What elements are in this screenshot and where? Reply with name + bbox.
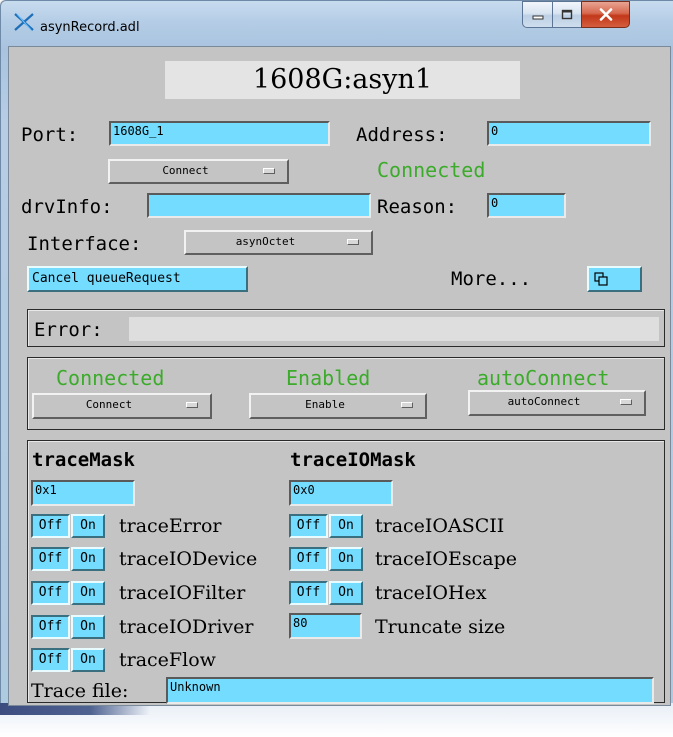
minimize-icon (532, 15, 543, 19)
truncate-size-field[interactable]: 80 (289, 613, 362, 639)
menu-indicator-icon (347, 239, 359, 245)
trace-flow-label: traceFlow (119, 649, 216, 671)
trace-io-device-label: traceIODevice (119, 548, 258, 570)
port-field[interactable]: 1608G_1 (109, 121, 330, 146)
on-button[interactable]: On (71, 648, 105, 672)
connect-control-menu[interactable]: Connect (32, 393, 212, 419)
close-icon (599, 8, 612, 21)
off-button[interactable]: Off (31, 615, 70, 639)
on-button[interactable]: On (71, 581, 105, 605)
connect-menu-value: Connect (162, 164, 209, 177)
on-button[interactable]: On (329, 547, 363, 571)
off-button[interactable]: Off (31, 547, 70, 571)
error-label: Error: (34, 319, 103, 341)
close-button[interactable] (581, 1, 630, 28)
maximize-icon (561, 9, 573, 20)
truncate-size-label: Truncate size (375, 616, 506, 638)
display-area: 1608G:asyn1 Port: 1608G_1 Address: 0 Con… (8, 46, 671, 706)
menu-indicator-icon (620, 399, 632, 405)
off-button[interactable]: Off (289, 547, 328, 571)
minimize-button[interactable] (522, 1, 553, 28)
address-label: Address: (356, 124, 448, 146)
autoconnect-control-menu[interactable]: autoConnect (468, 390, 646, 416)
title-bar[interactable]: asynRecord.adl (0, 0, 673, 46)
enabled-status: Enabled (286, 366, 371, 390)
trace-io-filter-toggle[interactable]: Off On (31, 581, 115, 605)
enable-control-value: Enable (305, 398, 345, 411)
trace-io-hex-label: traceIOHex (375, 582, 487, 604)
off-button[interactable]: Off (31, 514, 70, 538)
autoconnect-control-value: autoConnect (507, 395, 581, 408)
connection-status: Connected (377, 158, 486, 182)
record-name: 1608G:asyn1 (252, 64, 433, 95)
more-related-display-button[interactable] (587, 266, 642, 292)
trace-io-escape-label: traceIOEscape (375, 548, 518, 570)
trace-io-driver-toggle[interactable]: Off On (31, 615, 115, 639)
reason-label: Reason: (377, 196, 458, 218)
on-button[interactable]: On (329, 514, 363, 538)
trace-io-driver-label: traceIODriver (119, 616, 254, 638)
enable-control-menu[interactable]: Enable (249, 393, 427, 419)
trace-io-escape-toggle[interactable]: Off On (289, 547, 373, 571)
off-button[interactable]: Off (31, 648, 70, 672)
on-button[interactable]: On (71, 514, 105, 538)
desktop-strip (0, 703, 673, 737)
trace-file-field[interactable]: Unknown (166, 677, 654, 704)
trace-error-toggle[interactable]: Off On (31, 514, 115, 538)
trace-flow-toggle[interactable]: Off On (31, 648, 115, 672)
window-title: asynRecord.adl (40, 20, 140, 35)
interface-menu-value: asynOctet (235, 235, 296, 248)
trace-file-label: Trace file: (31, 680, 129, 702)
trace-io-hex-toggle[interactable]: Off On (289, 581, 373, 605)
menu-indicator-icon (186, 402, 198, 408)
trace-io-mask-title: traceIOMask (290, 449, 416, 471)
drvinfo-field[interactable] (147, 193, 371, 218)
off-button[interactable]: Off (289, 514, 328, 538)
related-display-icon (594, 272, 608, 286)
interface-menu[interactable]: asynOctet (184, 230, 373, 255)
menu-indicator-icon (401, 402, 413, 408)
cancel-queue-request-button[interactable]: Cancel queueRequest (27, 266, 248, 292)
trace-mask-field[interactable]: 0x1 (31, 480, 135, 506)
medm-app-icon (14, 13, 34, 31)
address-field[interactable]: 0 (487, 121, 651, 146)
trace-error-label: traceError (119, 515, 222, 537)
on-button[interactable]: On (71, 547, 105, 571)
connect-control-value: Connect (85, 398, 133, 411)
trace-io-filter-label: traceIOFilter (119, 582, 246, 604)
drvinfo-label: drvInfo: (21, 196, 113, 218)
off-button[interactable]: Off (289, 581, 328, 605)
trace-io-mask-field[interactable]: 0x0 (289, 480, 393, 506)
connected-status: Connected (56, 366, 165, 390)
trace-io-ascii-label: traceIOASCII (375, 515, 505, 537)
on-button[interactable]: On (329, 581, 363, 605)
error-message (129, 317, 659, 341)
reason-field[interactable]: 0 (487, 193, 566, 218)
on-button[interactable]: On (71, 615, 105, 639)
maximize-button[interactable] (552, 1, 582, 28)
interface-label: Interface: (27, 233, 142, 255)
autoconnect-status: autoConnect (477, 366, 610, 390)
menu-indicator-icon (263, 168, 275, 174)
trace-io-ascii-toggle[interactable]: Off On (289, 514, 373, 538)
port-label: Port: (21, 124, 79, 146)
connect-menu[interactable]: Connect (108, 159, 289, 184)
trace-io-device-toggle[interactable]: Off On (31, 547, 115, 571)
trace-mask-title: traceMask (32, 449, 135, 471)
off-button[interactable]: Off (31, 581, 70, 605)
more-label: More... (451, 268, 532, 290)
